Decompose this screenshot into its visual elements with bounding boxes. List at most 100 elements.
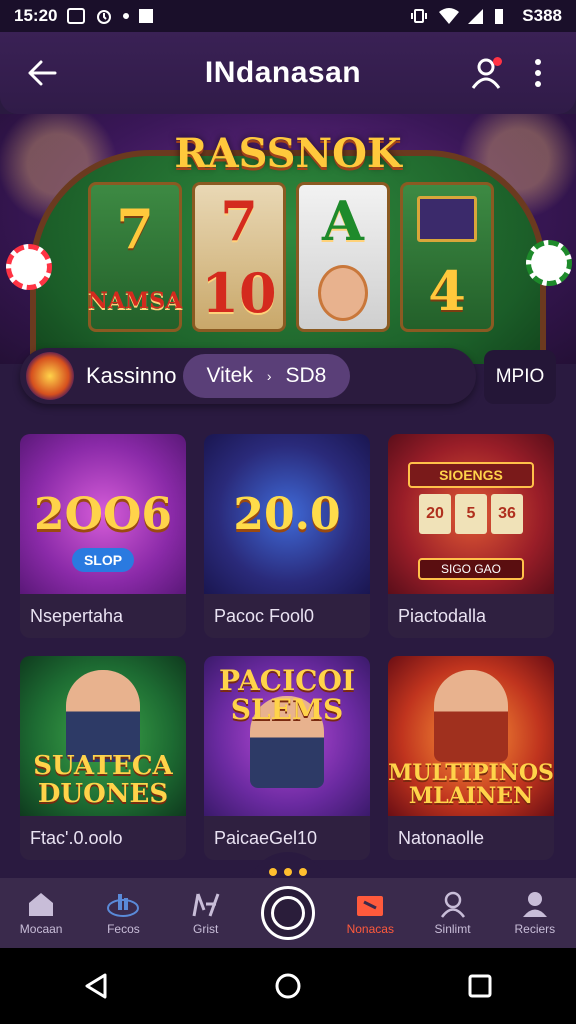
game-art-text: 2OO6 <box>34 488 172 540</box>
game-card[interactable]: MULTIPINOS MLAINEN Natonaolle <box>388 656 554 860</box>
nav-item-edit[interactable]: Grist <box>166 890 246 936</box>
game-card[interactable]: 20.0 Pacoc Fool0 <box>204 434 370 638</box>
reel-symbol: 7 <box>220 189 258 253</box>
nav-item-account[interactable]: Reciers <box>495 890 575 936</box>
slot-reel: 4 <box>400 182 494 332</box>
chip-icon <box>526 240 572 286</box>
pill-right-label: SD8 <box>285 364 327 387</box>
slot-reels: 7 NAMSA 7 10 A 4 <box>88 182 494 332</box>
hero-title: RASSNOK <box>174 130 402 177</box>
mini-reels: 20 5 36 <box>419 494 523 534</box>
nav-item-home[interactable]: Mocaan <box>1 890 81 936</box>
game-title: Pacoc Fool0 <box>214 605 315 626</box>
gift-icon <box>357 896 384 916</box>
vibrate-icon <box>410 7 428 25</box>
game-title: Ftac'.0.oolo <box>30 827 123 848</box>
profile-button[interactable] <box>462 49 510 97</box>
game-title: Nsepertaha <box>30 605 124 626</box>
reel-symbol: 7 <box>116 197 154 261</box>
chart-icon <box>107 894 140 917</box>
wifi-icon <box>438 7 460 25</box>
mini-reel: 5 <box>455 494 487 534</box>
reel-symbol: NAMSA <box>87 288 183 314</box>
nav-item-spin[interactable] <box>248 886 328 940</box>
app-icon <box>139 9 154 23</box>
chip-icon <box>6 244 52 290</box>
dot-icon <box>123 13 130 19</box>
app-header: INdanasan <box>0 32 576 114</box>
category-more-button[interactable]: MPIO <box>484 350 556 404</box>
slot-reel: A <box>296 182 390 332</box>
home-circle-icon[interactable] <box>273 971 303 1001</box>
nav-label: Reciers <box>514 922 556 936</box>
status-time: 15:20 <box>14 6 58 25</box>
nav-label: Grist <box>193 922 219 936</box>
more-dot-icon <box>535 59 541 65</box>
page-dot <box>284 868 292 876</box>
battery-text: S388 <box>522 6 562 25</box>
casino-wheel-icon <box>26 352 74 400</box>
recents-square-icon[interactable] <box>465 971 495 1001</box>
game-art-text: PACICOI SLEMS <box>219 664 355 727</box>
reel-symbol: A <box>322 188 364 253</box>
game-art-text: SUATECA DUONES <box>33 751 173 809</box>
bottom-nav: Mocaan Fecos Grist Nonacas Sinlimt Recie… <box>0 878 576 948</box>
pill-left-label: Vitek <box>206 364 253 387</box>
nav-label: Sinlimt <box>434 922 471 936</box>
home-icon <box>29 893 54 916</box>
game-thumbnail: MULTIPINOS MLAINEN <box>388 656 554 816</box>
game-badge: SIGO GAO <box>418 558 524 580</box>
category-label[interactable]: Kassinno <box>86 363 177 389</box>
page-dot <box>269 868 277 876</box>
hero-banner[interactable]: RASSNOK 7 NAMSA 7 10 A 4 <box>0 114 576 364</box>
category-bar: Kassinno Vitek › SD8 <box>20 348 476 404</box>
mini-reel: 36 <box>491 494 523 534</box>
game-thumbnail: PACICOI SLEMS <box>204 656 370 816</box>
back-button[interactable] <box>20 51 64 95</box>
page-title: INdanasan <box>204 56 362 89</box>
page-dot <box>299 868 307 876</box>
game-thumbnail: 20.0 <box>204 434 370 594</box>
game-art-text: 20.0 <box>233 488 341 540</box>
nav-label: Fecos <box>107 922 140 936</box>
category-pill[interactable]: Vitek › SD8 <box>182 354 351 398</box>
game-card[interactable]: SIOENGS 20 5 36 SIGO GAO Piactodalla <box>388 434 554 638</box>
nav-item-profile[interactable]: Sinlimt <box>413 890 493 936</box>
chevron-right-icon: › <box>266 368 272 384</box>
game-art-text: MULTIPINOS MLAINEN <box>388 759 554 809</box>
system-nav-bar <box>0 948 576 1024</box>
game-art-text: SIOENGS <box>408 462 534 488</box>
person-icon <box>440 891 465 918</box>
status-bar: 15:20 S388 <box>0 0 576 32</box>
nav-item-stats[interactable]: Fecos <box>83 890 163 936</box>
more-menu-button[interactable] <box>520 49 556 97</box>
more-dot-icon <box>535 70 541 76</box>
alarm-icon <box>95 7 113 25</box>
game-thumbnail: SIOENGS 20 5 36 SIGO GAO <box>388 434 554 594</box>
character-portrait <box>318 264 368 321</box>
game-title: Piactodalla <box>398 605 487 626</box>
game-thumbnail: SUATECA DUONES <box>20 656 186 816</box>
character-portrait <box>66 670 140 762</box>
notification-badge <box>493 57 502 66</box>
slot-reel: 7 10 <box>192 182 286 332</box>
signal-icon <box>466 7 484 25</box>
spin-icon-inner <box>270 896 305 930</box>
nav-label: Mocaan <box>19 922 63 936</box>
game-title: Natonaolle <box>398 827 485 848</box>
game-card[interactable]: SUATECA DUONES Ftac'.0.oolo <box>20 656 186 860</box>
game-grid: 2OO6 SLOP Nsepertaha 20.0 Pacoc Fool0 SI… <box>20 434 558 860</box>
reel-symbol: 4 <box>428 259 466 323</box>
character-portrait <box>417 196 477 242</box>
nav-item-bonuses[interactable]: Nonacas <box>330 890 410 936</box>
slot-reel: 7 NAMSA <box>88 182 182 332</box>
mini-reel: 20 <box>419 494 451 534</box>
game-card[interactable]: 2OO6 SLOP Nsepertaha <box>20 434 186 638</box>
character-portrait <box>434 670 508 762</box>
arrow-left-icon <box>28 60 57 86</box>
user-icon <box>522 892 547 917</box>
spin-icon <box>260 886 315 940</box>
game-card[interactable]: PACICOI SLEMS PaicaeGel10 <box>204 656 370 860</box>
game-thumbnail: 2OO6 SLOP <box>20 434 186 594</box>
back-triangle-icon[interactable] <box>81 971 111 1001</box>
